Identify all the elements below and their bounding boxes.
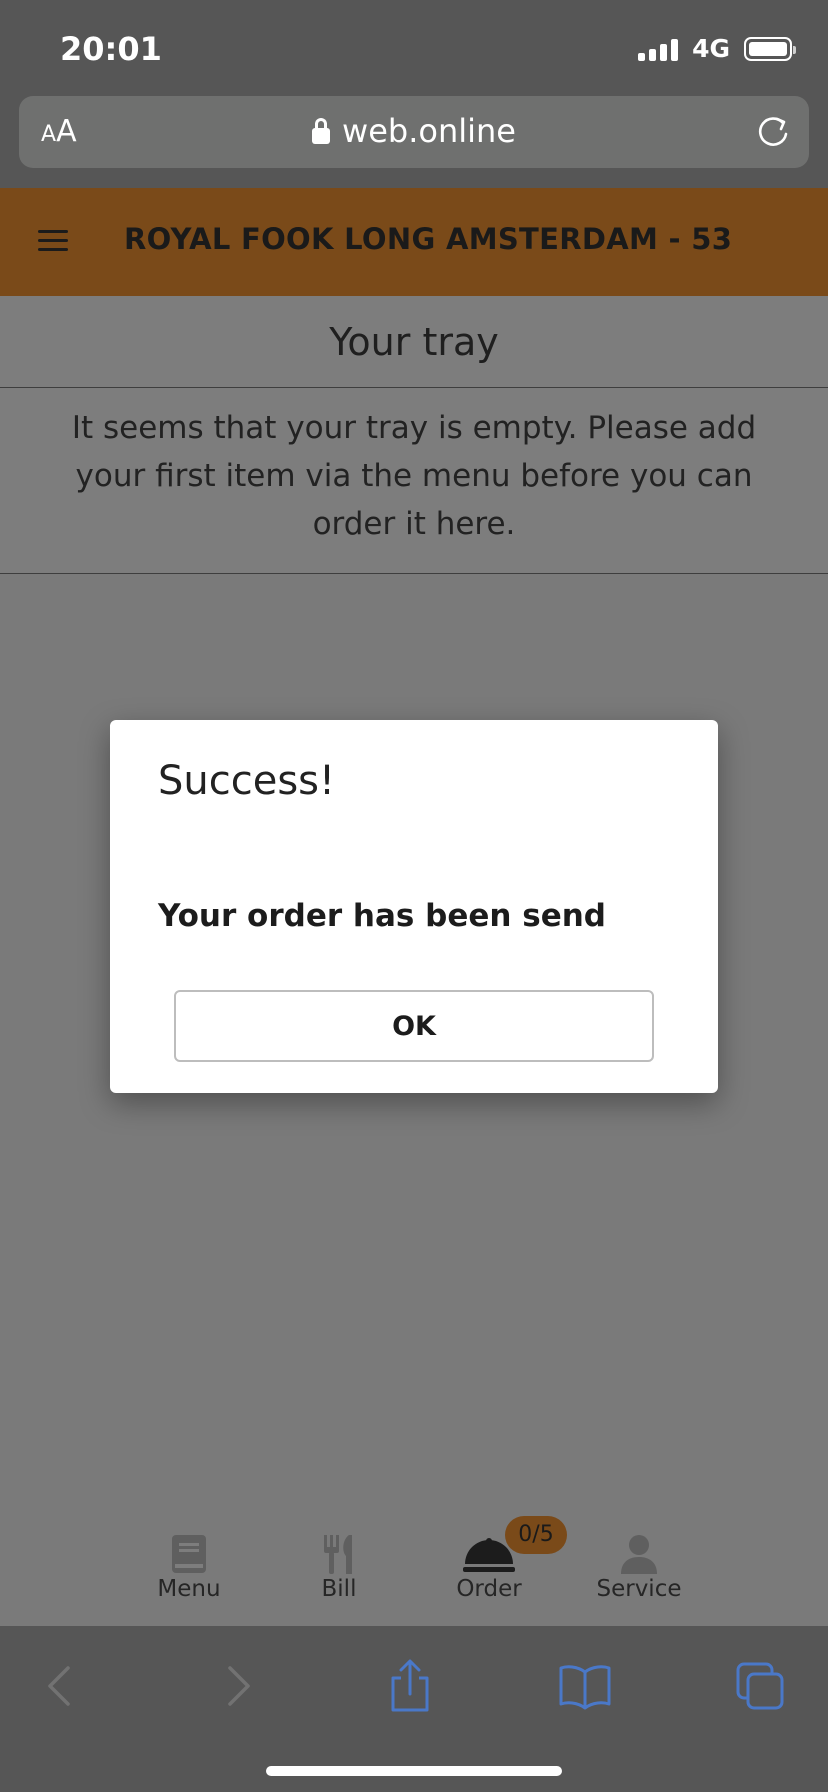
tab-bill[interactable]: Bill bbox=[279, 1510, 399, 1626]
status-bar: 20:01 4G bbox=[0, 0, 828, 96]
lock-icon bbox=[312, 118, 331, 144]
forward-icon[interactable] bbox=[206, 1656, 266, 1716]
tab-menu[interactable]: Menu bbox=[129, 1510, 249, 1626]
back-icon[interactable] bbox=[32, 1656, 92, 1716]
app-header: ROYAL FOOK LONG AMSTERDAM - 53 bbox=[0, 188, 828, 296]
status-indicators: 4G bbox=[638, 34, 796, 63]
book-icon bbox=[172, 1535, 206, 1573]
bookmarks-icon[interactable] bbox=[555, 1656, 615, 1716]
cutlery-icon bbox=[324, 1535, 352, 1574]
home-indicator bbox=[266, 1766, 562, 1776]
success-dialog: Success! Your order has been send OK bbox=[110, 720, 718, 1093]
order-count-badge: 0/5 bbox=[505, 1516, 567, 1554]
person-icon bbox=[621, 1535, 657, 1574]
restaurant-name: ROYAL FOOK LONG AMSTERDAM - 53 bbox=[124, 222, 733, 256]
tab-label: Service bbox=[596, 1576, 682, 1602]
tray-section: Your tray It seems that your tray is emp… bbox=[0, 296, 828, 574]
url-display[interactable]: web.online bbox=[19, 112, 809, 150]
hamburger-menu-icon[interactable] bbox=[38, 230, 68, 252]
ok-button[interactable]: OK bbox=[174, 990, 654, 1062]
browser-address-bar: AA web.online bbox=[0, 96, 828, 188]
dialog-title: Success! bbox=[158, 758, 336, 804]
tabs-icon[interactable] bbox=[730, 1656, 790, 1716]
empty-tray-message: It seems that your tray is empty. Please… bbox=[0, 388, 828, 574]
reload-icon[interactable] bbox=[751, 110, 795, 154]
network-type: 4G bbox=[692, 34, 730, 63]
tab-label: Menu bbox=[157, 1576, 221, 1602]
browser-toolbar bbox=[0, 1626, 828, 1792]
url-text: web.online bbox=[342, 112, 516, 150]
status-time: 20:01 bbox=[60, 30, 162, 68]
tab-order[interactable]: Order 0/5 bbox=[429, 1510, 567, 1626]
tab-label: Order bbox=[456, 1576, 522, 1602]
cellular-signal-icon bbox=[638, 37, 679, 61]
battery-icon bbox=[744, 36, 796, 61]
bottom-tab-bar: Menu Bill Order 0/5 Service bbox=[0, 1510, 828, 1626]
share-icon[interactable] bbox=[380, 1656, 440, 1716]
tab-label: Bill bbox=[321, 1576, 357, 1602]
url-field[interactable]: AA web.online bbox=[19, 96, 809, 168]
page-title: Your tray bbox=[0, 296, 828, 388]
dialog-message: Your order has been send bbox=[158, 898, 607, 934]
tab-service[interactable]: Service bbox=[579, 1510, 699, 1626]
